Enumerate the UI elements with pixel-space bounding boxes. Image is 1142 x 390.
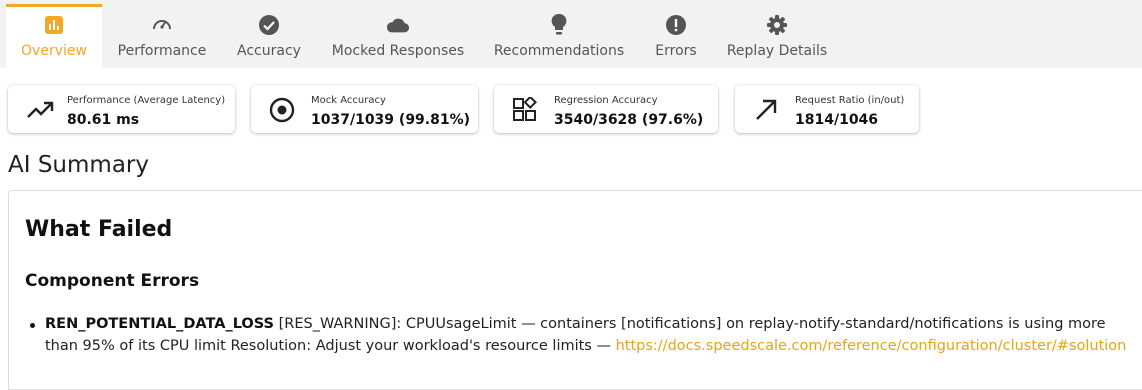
bar-chart-icon	[42, 13, 66, 37]
tab-label: Mocked Responses	[331, 43, 465, 59]
what-failed-heading: What Failed	[25, 217, 173, 242]
error-list-item: REN_POTENTIAL_DATA_LOSS [RES_WARNING]: C…	[45, 313, 1140, 357]
tab-label: Overview	[21, 43, 87, 59]
error-code: REN_POTENTIAL_DATA_LOSS	[45, 316, 274, 332]
card-title: Performance (Average Latency)	[67, 95, 226, 106]
list-bullet	[25, 315, 38, 335]
tab-label: Replay Details	[726, 43, 828, 59]
card-title: Mock Accuracy	[311, 95, 386, 106]
card-title: Regression Accuracy	[554, 95, 658, 106]
arrow-up-right-icon	[753, 97, 781, 123]
metric-card-request-ratio[interactable]: Request Ratio (in/out) 1814/1046	[735, 85, 919, 133]
tab-performance[interactable]: Performance	[110, 4, 214, 68]
summary-title: AI Summary	[8, 152, 149, 178]
tab-label: Recommendations	[493, 43, 625, 59]
resolution-link[interactable]: https://docs.speedscale.com/reference/co…	[616, 338, 1127, 354]
check-circle-icon	[257, 13, 281, 37]
lightbulb-icon	[547, 13, 571, 37]
summary-panel: What Failed Component Errors REN_POTENTI…	[8, 190, 1142, 390]
tab-bar: Overview Performance Accuracy Mocked Res…	[0, 0, 1142, 68]
card-value: 1814/1046	[795, 112, 879, 128]
metric-card-mock-accuracy[interactable]: Mock Accuracy 1037/1039 (99.81%)	[251, 85, 478, 133]
card-value: 80.61 ms	[67, 112, 140, 128]
tab-errors[interactable]: Errors	[648, 4, 704, 68]
cloud-icon	[386, 13, 410, 37]
tab-overview[interactable]: Overview	[6, 4, 102, 68]
tab-accuracy[interactable]: Accuracy	[230, 4, 308, 68]
tab-replay-details[interactable]: Replay Details	[724, 4, 830, 68]
tab-mocked-responses[interactable]: Mocked Responses	[326, 4, 470, 68]
tab-label: Performance	[117, 43, 207, 59]
target-icon	[269, 97, 297, 123]
metric-card-regression-accuracy[interactable]: Regression Accuracy 3540/3628 (97.6%)	[494, 85, 718, 133]
card-value: 1037/1039 (99.81%)	[311, 112, 471, 128]
tab-recommendations[interactable]: Recommendations	[490, 4, 628, 68]
component-errors-heading: Component Errors	[25, 271, 200, 291]
error-icon	[664, 13, 688, 37]
gear-icon	[765, 13, 789, 37]
card-title: Request Ratio (in/out)	[795, 95, 905, 106]
metric-card-performance[interactable]: Performance (Average Latency) 80.61 ms	[8, 85, 235, 133]
tab-label: Errors	[655, 43, 697, 59]
card-value: 3540/3628 (97.6%)	[554, 112, 704, 128]
speedometer-icon	[150, 13, 174, 37]
trending-up-icon	[26, 97, 54, 123]
widgets-icon	[512, 95, 540, 123]
tab-label: Accuracy	[237, 43, 301, 59]
